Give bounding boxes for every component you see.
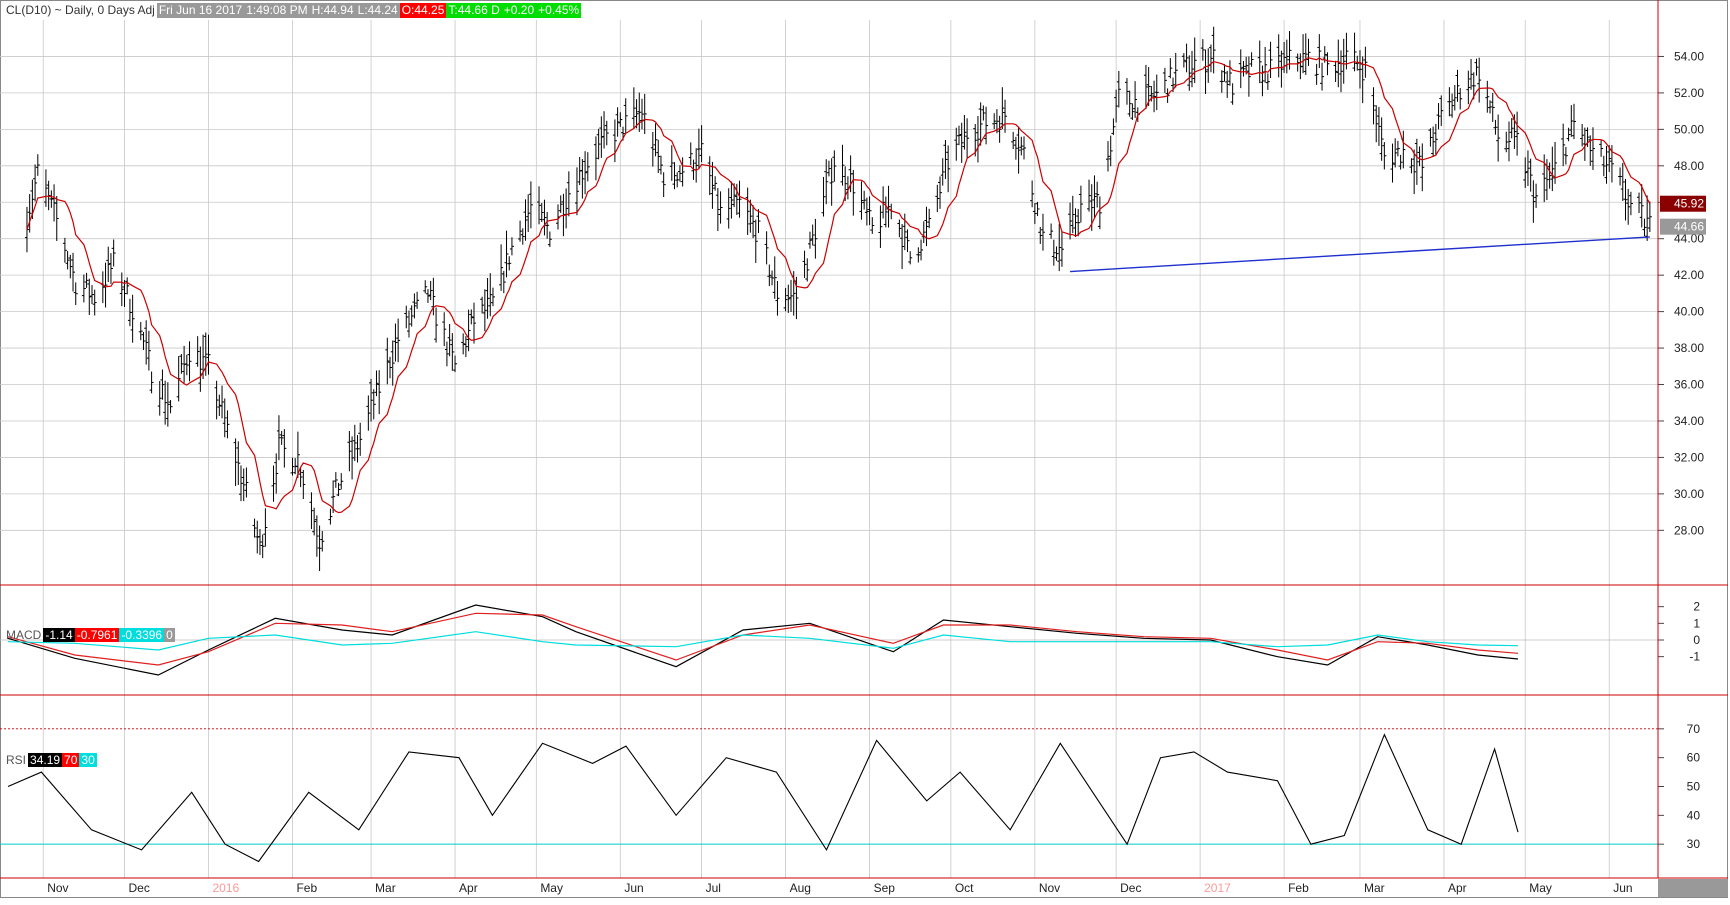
month-label: 2016	[212, 881, 239, 895]
price-tick-label: 32.00	[1674, 450, 1704, 464]
month-label: Nov	[47, 881, 68, 895]
chart-header: CL(D10) ~ Daily, 0 Days Adj Fri Jun 16 2…	[4, 2, 582, 18]
chart-canvas: 210-1 7060504030 54.0052.0050.0048.0046.…	[0, 0, 1730, 900]
month-label: Jul	[706, 881, 721, 895]
ma-value-badge: 45.92	[1674, 197, 1704, 211]
macd-tick-label: -1	[1689, 650, 1700, 664]
high-label: H:44.94	[309, 2, 356, 18]
rsi-tick-label: 70	[1687, 722, 1701, 736]
change-label: +0.20	[501, 2, 537, 18]
month-label: Feb	[1288, 881, 1309, 895]
month-label: Apr	[459, 881, 478, 895]
axis-corner-block	[1658, 879, 1728, 897]
chart-window: 210-1 7060504030 54.0052.0050.0048.0046.…	[0, 0, 1730, 900]
percent-change-label: +0.45%	[536, 2, 582, 18]
last-label: T:44.66 D	[446, 2, 502, 18]
month-label: Nov	[1039, 881, 1060, 895]
macd-signal-value: -0.7961	[74, 628, 120, 642]
month-label: Feb	[296, 881, 317, 895]
month-label: May	[1529, 881, 1552, 895]
price-tick-label: 50.00	[1674, 122, 1704, 136]
macd-hist-value: -0.3396	[119, 628, 165, 642]
rsi-lower-value: 30	[79, 753, 97, 767]
price-tick-label: 42.00	[1674, 268, 1704, 282]
macd-title: MACD	[6, 628, 42, 642]
rsi-tick-label: 50	[1687, 780, 1701, 794]
macd-legend: MACD -1.14 -0.7961 -0.3396 0	[4, 628, 175, 642]
price-tick-label: 52.00	[1674, 86, 1704, 100]
rsi-legend: RSI 34.19 70 30	[4, 753, 97, 767]
price-tick-label: 38.00	[1674, 341, 1704, 355]
price-tick-label: 28.00	[1674, 523, 1704, 537]
macd-value: -1.14	[43, 628, 75, 642]
macd-tick-label: 0	[1693, 633, 1700, 647]
month-label: Aug	[790, 881, 811, 895]
macd-zero-value: 0	[164, 628, 175, 642]
rsi-value: 34.19	[28, 753, 63, 767]
month-label: Dec	[129, 881, 150, 895]
rsi-tick-label: 60	[1687, 751, 1701, 765]
rsi-tick-label: 40	[1687, 808, 1701, 822]
open-label: O:44.25	[399, 2, 447, 18]
last-price-badge: 44.66	[1674, 220, 1704, 234]
price-tick-label: 34.00	[1674, 414, 1704, 428]
month-label: Jun	[624, 881, 643, 895]
month-label: Jun	[1613, 881, 1632, 895]
time-label: 1:49:08 PM	[244, 2, 310, 18]
price-tick-label: 30.00	[1674, 487, 1704, 501]
price-tick-label: 54.00	[1674, 49, 1704, 63]
month-label: Mar	[1364, 881, 1385, 895]
month-label: Sep	[874, 881, 896, 895]
macd-tick-label: 1	[1693, 616, 1700, 630]
month-label: Dec	[1120, 881, 1141, 895]
rsi-upper-value: 70	[62, 753, 80, 767]
price-tick-label: 40.00	[1674, 305, 1704, 319]
month-label: Apr	[1448, 881, 1467, 895]
month-label: Mar	[375, 881, 396, 895]
price-tick-label: 48.00	[1674, 159, 1704, 173]
date-label: Fri Jun 16 2017	[156, 2, 245, 18]
price-tick-label: 36.00	[1674, 378, 1704, 392]
month-label: 2017	[1204, 881, 1231, 895]
symbol-label: CL(D10) ~ Daily, 0 Days Adj	[6, 2, 155, 17]
rsi-tick-label: 30	[1687, 837, 1701, 851]
month-label: May	[540, 881, 563, 895]
month-label: Oct	[955, 881, 974, 895]
macd-tick-label: 2	[1693, 600, 1700, 614]
low-label: L:44.24	[355, 2, 400, 18]
rsi-title: RSI	[6, 753, 27, 767]
